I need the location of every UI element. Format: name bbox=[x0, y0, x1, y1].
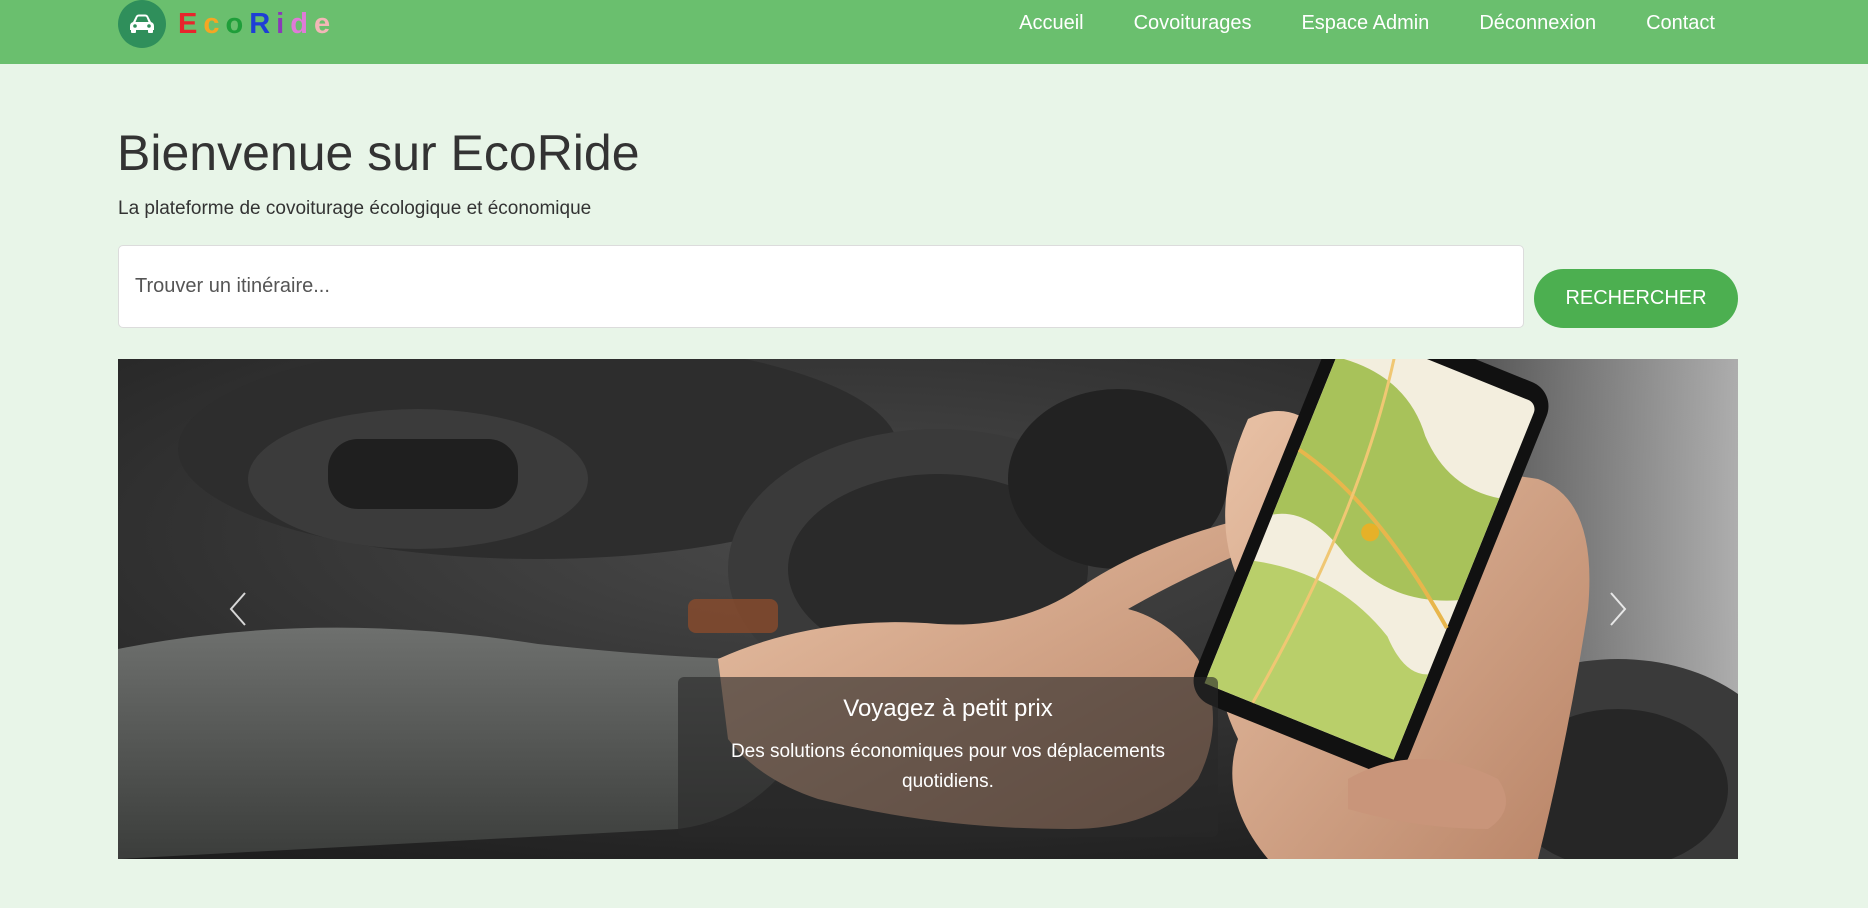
car-icon bbox=[118, 0, 166, 48]
search-button[interactable]: RECHERCHER bbox=[1534, 269, 1738, 328]
brand[interactable]: E c o R i d e bbox=[118, 0, 336, 48]
chevron-left-icon bbox=[229, 592, 246, 626]
brand-name: E c o R i d e bbox=[178, 8, 336, 41]
brand-letter: R bbox=[249, 7, 277, 40]
brand-letter: E bbox=[178, 7, 204, 40]
carousel-caption: Voyagez à petit prix Des solutions écono… bbox=[678, 677, 1218, 837]
carousel-prev-button[interactable] bbox=[213, 584, 263, 634]
chevron-right-icon bbox=[1610, 592, 1627, 626]
brand-letter: i bbox=[276, 7, 291, 40]
page-title: Bienvenue sur EcoRide bbox=[117, 125, 640, 181]
nav-links: Accueil Covoiturages Espace Admin Déconn… bbox=[969, 0, 1715, 46]
brand-letter: o bbox=[225, 7, 250, 40]
carousel: Voyagez à petit prix Des solutions écono… bbox=[118, 359, 1738, 859]
nav-deconnexion[interactable]: Déconnexion bbox=[1479, 12, 1596, 35]
search-input[interactable] bbox=[118, 245, 1524, 328]
nav-espace-admin[interactable]: Espace Admin bbox=[1301, 12, 1429, 35]
carousel-next-button[interactable] bbox=[1593, 584, 1643, 634]
nav-covoiturages[interactable]: Covoiturages bbox=[1134, 12, 1252, 35]
nav-contact[interactable]: Contact bbox=[1646, 12, 1715, 35]
navbar: E c o R i d e Accueil Covoiturages Espac… bbox=[0, 0, 1868, 64]
brand-letter: d bbox=[290, 7, 314, 40]
brand-letter: c bbox=[203, 7, 226, 40]
slide-text: Des solutions économiques pour vos dépla… bbox=[730, 741, 1166, 792]
slide-title: Voyagez à petit prix bbox=[843, 695, 1053, 722]
brand-letter: e bbox=[313, 7, 337, 40]
nav-accueil[interactable]: Accueil bbox=[1019, 12, 1083, 35]
page-subtitle: La plateforme de covoiturage écologique … bbox=[118, 198, 592, 219]
